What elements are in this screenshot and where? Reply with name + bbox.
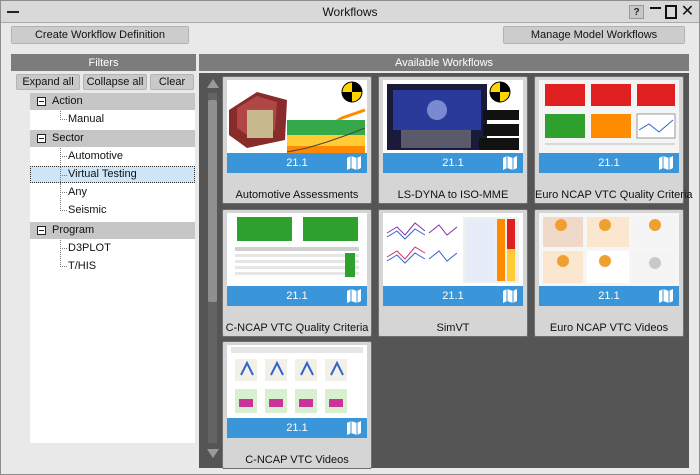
plots-table-image — [383, 213, 523, 286]
tree-connector — [60, 192, 67, 193]
tree-group-label: Program — [52, 224, 95, 236]
workflow-card-c-ncap-vtc-videos[interactable]: 21.1 C-NCAP VTC Videos — [222, 341, 372, 469]
tree-group-label: Sector — [52, 132, 84, 144]
maximize-icon[interactable] — [665, 5, 677, 19]
workflow-name: Euro NCAP VTC Quality Criteria — [535, 189, 693, 201]
tree-connector — [60, 248, 67, 249]
tree-connector — [60, 156, 67, 157]
map-icon — [347, 421, 361, 435]
version-bar: 21.1 — [227, 418, 367, 438]
map-icon — [347, 289, 361, 303]
tree-item-seismic[interactable]: Seismic — [30, 202, 195, 219]
tree-item-d3plot[interactable]: D3PLOT — [30, 240, 195, 257]
scrollbar-thumb[interactable] — [208, 100, 217, 302]
workflow-name: Euro NCAP VTC Videos — [549, 322, 669, 334]
map-icon — [659, 156, 673, 170]
expand-all-button[interactable]: Expand all — [16, 74, 80, 90]
workflows-window: Workflows ? ✕ Create Workflow Definition… — [0, 0, 700, 475]
tree-item-label: Seismic — [68, 204, 107, 216]
tree-connector — [60, 175, 67, 176]
collapse-icon[interactable] — [37, 226, 46, 235]
tree-item-manual[interactable]: Manual — [30, 111, 195, 128]
filter-tree: Action Manual Sector Automotive Virtual … — [30, 93, 195, 443]
manage-model-workflows-button[interactable]: Manage Model Workflows — [503, 26, 685, 44]
collapse-all-button[interactable]: Collapse all — [83, 74, 147, 90]
tree-group-program[interactable]: Program — [30, 222, 195, 239]
version-bar: 21.1 — [383, 153, 523, 173]
tree-group-sector[interactable]: Sector — [30, 130, 195, 147]
map-icon — [659, 289, 673, 303]
workflow-card-euro-ncap-vtc-videos[interactable]: 21.1 Euro NCAP VTC Videos — [534, 209, 684, 337]
tree-item-label: Automotive — [68, 150, 124, 162]
workflow-card-euro-ncap-vtc-quality-criteria[interactable]: 21.1 Euro NCAP VTC Quality Criteria — [534, 76, 693, 204]
tree-item-label: D3PLOT — [68, 242, 111, 254]
dummy-videos-image — [539, 213, 679, 286]
tree-item-automotive[interactable]: Automotive — [30, 148, 195, 165]
workflow-card-simvt[interactable]: 21.1 SimVT — [378, 209, 528, 337]
quality-table-image — [227, 213, 367, 286]
tree-item-label: T/HIS — [68, 260, 97, 272]
map-icon — [347, 156, 361, 170]
workflow-card-automotive-assessments[interactable]: 21.1 Automotive Assessments — [222, 76, 372, 204]
tree-group-action[interactable]: Action — [30, 93, 195, 110]
version-bar: 21.1 — [383, 286, 523, 306]
tree-item-label: Virtual Testing — [68, 168, 137, 180]
window-title: Workflows — [322, 5, 378, 19]
tree-item-virtual-testing[interactable]: Virtual Testing — [30, 166, 195, 184]
close-icon[interactable]: ✕ — [681, 4, 694, 20]
sled-videos-image — [227, 345, 367, 418]
version-bar: 21.1 — [539, 286, 679, 306]
map-icon — [503, 289, 517, 303]
version-bar: 21.1 — [227, 153, 367, 173]
tree-connector — [60, 266, 67, 267]
tree-item-any[interactable]: Any — [30, 184, 195, 201]
map-icon — [503, 156, 517, 170]
workflow-card-c-ncap-vtc-quality-criteria[interactable]: 21.1 C-NCAP VTC Quality Criteria — [222, 209, 372, 337]
minimize-icon[interactable] — [649, 5, 661, 19]
tree-group-label: Action — [52, 95, 83, 107]
tree-connector — [60, 119, 67, 120]
tree-item-this[interactable]: T/HIS — [30, 258, 195, 275]
version-bar: 21.1 — [539, 153, 679, 173]
create-workflow-definition-button[interactable]: Create Workflow Definition — [11, 26, 189, 44]
workflow-name: LS-DYNA to ISO-MME — [397, 189, 509, 201]
workflow-card-ls-dyna-to-iso-mme[interactable]: 21.1 LS-DYNA to ISO-MME — [378, 76, 528, 204]
workflow-name: Automotive Assessments — [235, 189, 359, 201]
help-button[interactable]: ? — [629, 5, 644, 19]
collapse-icon[interactable] — [37, 97, 46, 106]
clear-button[interactable]: Clear — [150, 74, 194, 90]
filters-header: Filters — [11, 54, 196, 71]
available-workflows-header: Available Workflows — [199, 54, 689, 71]
tree-item-label: Any — [68, 186, 87, 198]
workflow-name: C-NCAP VTC Videos — [245, 454, 349, 466]
scroll-up-icon[interactable] — [207, 79, 219, 88]
quality-grid-image — [539, 80, 679, 153]
tree-connector — [60, 210, 67, 211]
workflow-name: C-NCAP VTC Quality Criteria — [225, 322, 369, 334]
collapse-icon[interactable] — [37, 134, 46, 143]
workflow-name: SimVT — [436, 322, 470, 334]
version-bar: 21.1 — [227, 286, 367, 306]
tree-item-label: Manual — [68, 113, 105, 125]
target-icon — [341, 81, 363, 103]
scroll-down-icon[interactable] — [207, 449, 219, 458]
title-bar: Workflows ? ✕ — [1, 1, 699, 23]
target-icon — [489, 81, 511, 103]
